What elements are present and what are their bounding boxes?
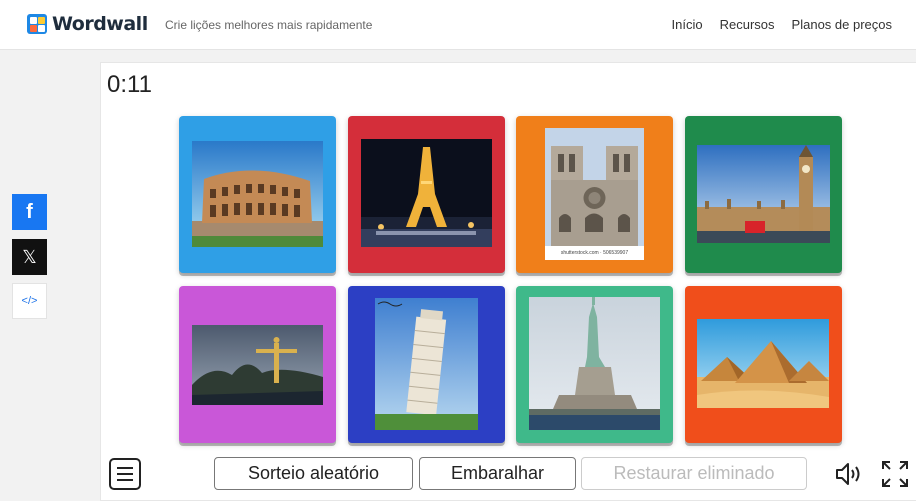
facebook-icon: f (26, 200, 33, 223)
card-pyramids-of-giza[interactable] (685, 286, 842, 443)
speaker-icon (836, 463, 860, 485)
x-share-button[interactable]: 𝕏 (12, 239, 47, 275)
card-colosseum[interactable] (179, 116, 336, 273)
card-big-ben[interactable] (685, 116, 842, 273)
menu-button[interactable] (109, 458, 141, 490)
main-nav: Início Recursos Planos de preços (672, 17, 892, 32)
sound-button[interactable] (834, 460, 864, 488)
restore-eliminated-button[interactable]: Restaurar eliminado (581, 457, 807, 490)
card-leaning-tower-of-pisa[interactable] (348, 286, 505, 443)
card-statue-of-liberty[interactable] (516, 286, 673, 443)
logo-text: Wordwall (52, 13, 148, 35)
card-notre-dame[interactable]: shutterstock.com · 506539907 (516, 116, 673, 273)
pyramids-of-giza-image (697, 319, 829, 408)
statue-of-liberty-image (529, 297, 660, 430)
embed-button[interactable]: </> (12, 283, 47, 319)
nav-recursos[interactable]: Recursos (720, 17, 775, 32)
card-eiffel-tower[interactable] (348, 116, 505, 273)
embed-icon: </> (21, 295, 38, 307)
notre-dame-image: shutterstock.com · 506539907 (545, 128, 644, 260)
timer: 0:11 (107, 71, 152, 98)
tagline: Crie lições melhores mais rapidamente (165, 18, 373, 32)
hamburger-icon (117, 467, 133, 469)
wordwall-logo[interactable]: Wordwall (27, 13, 148, 35)
eiffel-tower-image (361, 139, 492, 247)
random-draw-button[interactable]: Sorteio aleatório (214, 457, 413, 490)
card-christ-the-redeemer[interactable] (179, 286, 336, 443)
wordwall-logo-icon (27, 14, 47, 34)
image-caption: shutterstock.com · 506539907 (560, 250, 629, 256)
nav-planos[interactable]: Planos de preços (792, 17, 892, 32)
fullscreen-icon (882, 461, 908, 487)
fullscreen-button[interactable] (880, 459, 910, 489)
christ-the-redeemer-image (192, 325, 323, 405)
x-icon: 𝕏 (22, 246, 37, 267)
nav-inicio[interactable]: Início (672, 17, 703, 32)
facebook-share-button[interactable]: f (12, 194, 47, 230)
site-header: Wordwall Crie lições melhores mais rapid… (0, 0, 916, 50)
leaning-tower-of-pisa-image (375, 298, 478, 430)
big-ben-image (697, 145, 830, 243)
colosseum-image (192, 141, 323, 247)
shuffle-button[interactable]: Embaralhar (419, 457, 576, 490)
